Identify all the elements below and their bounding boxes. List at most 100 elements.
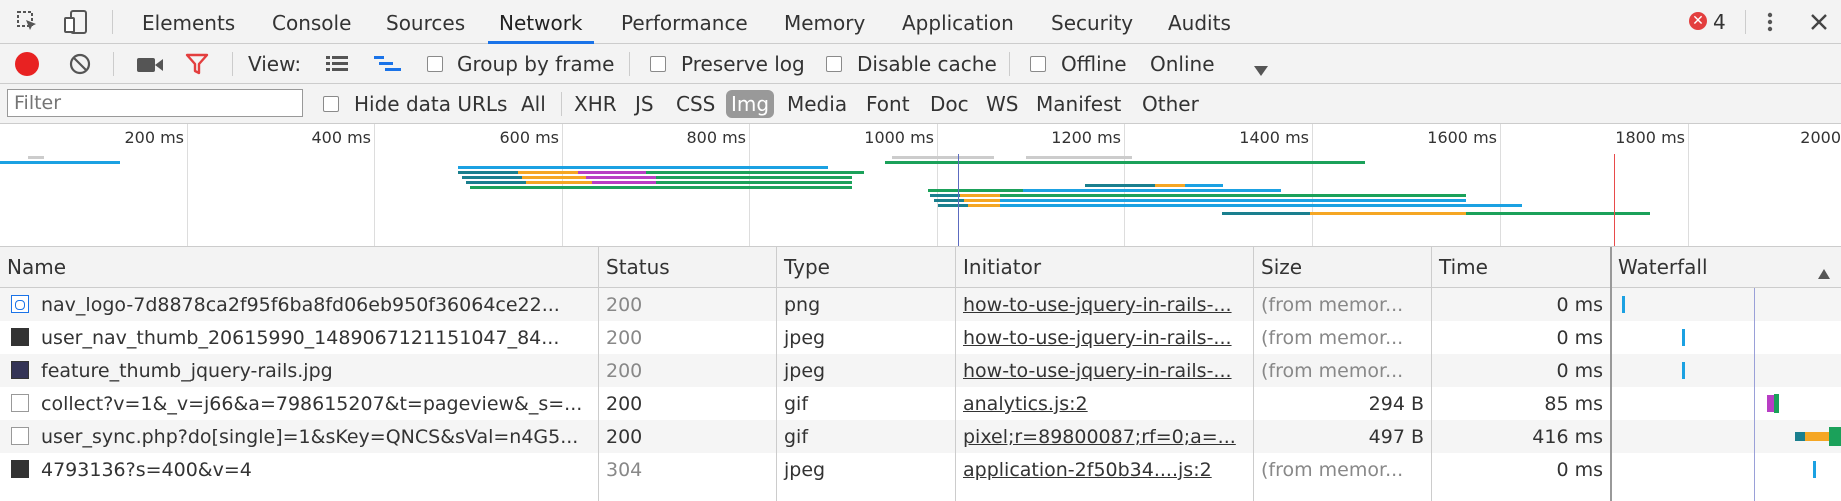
filter-input[interactable] bbox=[7, 89, 303, 117]
column-divider[interactable] bbox=[598, 247, 599, 501]
request-name[interactable]: collect?v=1&_v=j66&a=798615207&t=pagevie… bbox=[34, 387, 599, 420]
column-header-waterfall[interactable]: Waterfall bbox=[1611, 247, 1841, 287]
request-initiator[interactable]: pixel;r=89800087;rf=0;a=... bbox=[956, 420, 1254, 453]
hide-data-urls-label[interactable]: Hide data URLs bbox=[354, 92, 507, 116]
offline-label[interactable]: Offline bbox=[1061, 52, 1127, 76]
timeline-overview[interactable]: 200 ms 400 ms 600 ms 800 ms 1000 ms 1200… bbox=[0, 124, 1841, 247]
overview-bar bbox=[466, 181, 526, 184]
filter-type-ws[interactable]: WS bbox=[986, 92, 1018, 116]
request-name[interactable]: feature_thumb_jquery-rails.jpg bbox=[34, 354, 599, 387]
image-icon bbox=[11, 328, 29, 346]
overview-bar bbox=[1085, 184, 1155, 187]
table-row[interactable]: user_nav_thumb_20615990_1489067121151047… bbox=[0, 321, 1841, 354]
request-initiator[interactable]: how-to-use-jquery-in-rails-... bbox=[956, 354, 1254, 387]
request-initiator[interactable]: analytics.js:2 bbox=[956, 387, 1254, 420]
disable-cache-label[interactable]: Disable cache bbox=[857, 52, 997, 76]
more-options-icon[interactable] bbox=[1763, 10, 1777, 34]
error-icon[interactable]: ✕ bbox=[1689, 12, 1707, 30]
filter-type-font[interactable]: Font bbox=[866, 92, 910, 116]
request-size: 497 B bbox=[1368, 426, 1424, 448]
filter-type-manifest[interactable]: Manifest bbox=[1036, 92, 1121, 116]
column-header-time[interactable]: Time bbox=[1432, 247, 1611, 287]
request-name[interactable]: user_nav_thumb_20615990_1489067121151047… bbox=[34, 321, 599, 354]
chevron-down-icon[interactable] bbox=[1253, 58, 1269, 76]
request-name[interactable]: nav_logo-7d8878ca2f95f6ba8fd06eb950f3606… bbox=[34, 288, 599, 321]
tab-security[interactable]: Security bbox=[1051, 0, 1133, 44]
file-icon bbox=[11, 427, 29, 445]
column-divider[interactable] bbox=[1431, 247, 1432, 501]
tab-memory[interactable]: Memory bbox=[784, 0, 865, 44]
filter-type-doc[interactable]: Doc bbox=[930, 92, 969, 116]
column-header-status[interactable]: Status bbox=[599, 247, 777, 287]
request-time: 0 ms bbox=[1556, 294, 1603, 316]
hide-data-urls-checkbox[interactable] bbox=[323, 96, 339, 112]
large-rows-icon[interactable] bbox=[325, 54, 349, 74]
overview-bar bbox=[1000, 194, 1466, 197]
waterfall-overview-icon[interactable] bbox=[373, 54, 403, 74]
table-row[interactable]: user_sync.php?do[single]=1&sKey=QNCS&sVa… bbox=[0, 420, 1841, 453]
filter-type-js[interactable]: JS bbox=[635, 92, 654, 116]
tab-network[interactable]: Network bbox=[488, 0, 594, 44]
filter-icon[interactable] bbox=[185, 53, 209, 75]
error-count[interactable]: 4 bbox=[1713, 10, 1726, 34]
filter-type-media[interactable]: Media bbox=[787, 92, 847, 116]
preserve-log-label[interactable]: Preserve log bbox=[681, 52, 805, 76]
column-header-initiator[interactable]: Initiator bbox=[956, 247, 1254, 287]
throttling-select[interactable]: Online bbox=[1150, 52, 1215, 76]
request-initiator[interactable]: application-2f50b34....js:2 bbox=[956, 453, 1254, 486]
filter-bar: Hide data URLs All XHR JS CSS Img Media … bbox=[0, 84, 1841, 124]
offline-checkbox[interactable] bbox=[1030, 56, 1046, 72]
column-header-name[interactable]: Name bbox=[0, 247, 599, 287]
request-name[interactable]: 4793136?s=400&v=4 bbox=[34, 453, 599, 486]
filter-type-other[interactable]: Other bbox=[1142, 92, 1199, 116]
tab-console[interactable]: Console bbox=[272, 0, 351, 44]
request-initiator[interactable]: how-to-use-jquery-in-rails-... bbox=[956, 288, 1254, 321]
column-header-size[interactable]: Size bbox=[1254, 247, 1432, 287]
tab-elements[interactable]: Elements bbox=[142, 0, 235, 44]
filter-type-all[interactable]: All bbox=[521, 92, 546, 116]
table-row[interactable]: feature_thumb_jquery-rails.jpg 200 jpeg … bbox=[0, 354, 1841, 387]
tick-label: 1400 ms bbox=[1239, 128, 1309, 147]
tab-performance[interactable]: Performance bbox=[621, 0, 748, 44]
capture-screenshots-icon[interactable] bbox=[136, 55, 164, 73]
clear-icon[interactable] bbox=[68, 52, 92, 76]
request-size: 294 B bbox=[1368, 393, 1424, 415]
waterfall-bar bbox=[1813, 461, 1816, 478]
column-divider[interactable] bbox=[955, 247, 956, 501]
column-divider[interactable] bbox=[1610, 247, 1612, 501]
filter-type-img[interactable]: Img bbox=[726, 90, 775, 118]
dom-content-loaded-line bbox=[958, 154, 959, 246]
table-row[interactable]: nav_logo-7d8878ca2f95f6ba8fd06eb950f3606… bbox=[0, 288, 1841, 321]
table-row[interactable]: collect?v=1&_v=j66&a=798615207&t=pagevie… bbox=[0, 387, 1841, 420]
filter-type-css[interactable]: CSS bbox=[676, 92, 715, 116]
column-header-type[interactable]: Type bbox=[777, 247, 956, 287]
column-divider[interactable] bbox=[776, 247, 777, 501]
device-toolbar-icon[interactable] bbox=[64, 9, 88, 35]
request-type: gif bbox=[784, 393, 809, 415]
group-by-frame-checkbox[interactable] bbox=[427, 56, 443, 72]
request-name[interactable]: user_sync.php?do[single]=1&sKey=QNCS&sVa… bbox=[34, 420, 599, 453]
preserve-log-checkbox[interactable] bbox=[650, 56, 666, 72]
request-initiator[interactable]: how-to-use-jquery-in-rails-... bbox=[956, 321, 1254, 354]
disable-cache-checkbox[interactable] bbox=[826, 56, 842, 72]
divider bbox=[232, 52, 233, 76]
inspect-element-icon[interactable] bbox=[16, 10, 40, 34]
record-icon[interactable] bbox=[15, 52, 39, 76]
divider bbox=[1009, 52, 1010, 76]
tab-sources[interactable]: Sources bbox=[386, 0, 465, 44]
table-row[interactable]: 4793136?s=400&v=4 304 jpeg application-2… bbox=[0, 453, 1841, 486]
sort-ascending-icon[interactable] bbox=[1817, 261, 1831, 279]
column-divider[interactable] bbox=[1253, 247, 1254, 501]
view-label: View: bbox=[248, 52, 302, 76]
tab-audits[interactable]: Audits bbox=[1168, 0, 1231, 44]
filter-type-xhr[interactable]: XHR bbox=[574, 92, 617, 116]
tab-application[interactable]: Application bbox=[902, 0, 1014, 44]
overview-bar bbox=[656, 176, 852, 179]
overview-bar bbox=[1023, 189, 1281, 192]
request-status: 200 bbox=[606, 393, 643, 415]
waterfall-bar bbox=[1682, 362, 1685, 379]
close-icon[interactable] bbox=[1808, 11, 1830, 33]
tick-label: 1000 ms bbox=[864, 128, 934, 147]
request-type: jpeg bbox=[784, 327, 826, 349]
group-by-frame-label[interactable]: Group by frame bbox=[457, 52, 614, 76]
